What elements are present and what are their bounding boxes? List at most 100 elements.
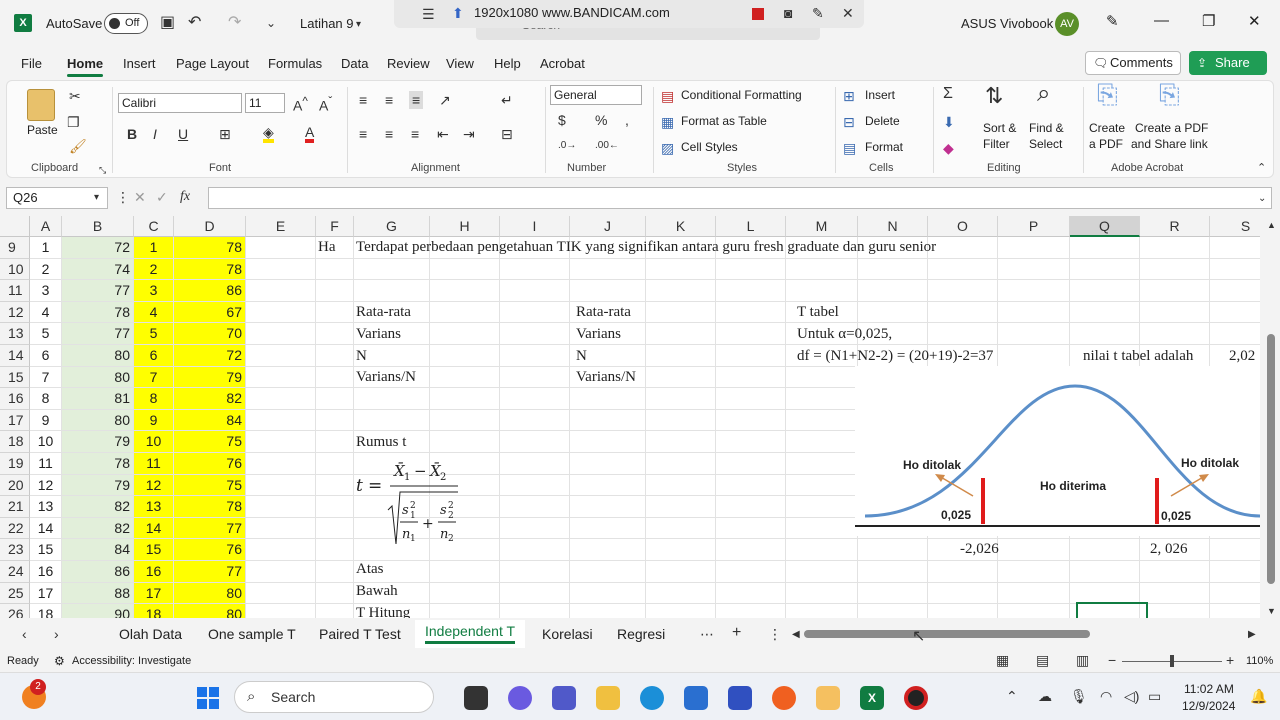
table-cell[interactable]	[500, 345, 570, 367]
scroll-left-icon[interactable]: ◀	[792, 628, 800, 642]
table-cell[interactable]	[246, 323, 316, 345]
table-cell-d[interactable]: 77	[174, 517, 246, 540]
table-cell-a[interactable]: 2	[30, 258, 62, 281]
enter-icon[interactable]: ✓	[156, 190, 168, 204]
table-cell-b[interactable]: 77	[62, 323, 134, 345]
column-header-c[interactable]: C	[134, 216, 174, 237]
undo-icon[interactable]: ↶	[188, 15, 201, 31]
row-header[interactable]: 26	[0, 604, 30, 618]
normal-view-icon[interactable]: ▦	[996, 653, 1009, 667]
table-cell[interactable]	[716, 345, 786, 367]
table-cell-d[interactable]: 76	[174, 539, 246, 561]
row-header[interactable]: 21	[0, 496, 30, 518]
tab-help[interactable]: Help	[494, 56, 521, 71]
row-header[interactable]: 15	[0, 366, 30, 389]
table-cell[interactable]	[646, 496, 716, 518]
table-cell-c[interactable]: 15	[134, 539, 174, 561]
formula-input[interactable]	[208, 187, 1272, 209]
table-cell[interactable]	[316, 301, 354, 324]
underline-icon[interactable]: U	[178, 127, 188, 141]
scroll-down-icon[interactable]: ▼	[1267, 604, 1276, 618]
taskbar-search[interactable]: ⌕ Search	[234, 681, 434, 713]
battery-icon[interactable]: ▭	[1148, 689, 1161, 703]
decrease-font-icon[interactable]: Aˇ	[319, 95, 332, 113]
table-cell[interactable]	[430, 366, 500, 389]
conditional-formatting-button[interactable]: Conditional Formatting	[681, 88, 802, 102]
table-cell-a[interactable]: 3	[30, 280, 62, 302]
table-cell-c[interactable]: 17	[134, 582, 174, 605]
table-cell[interactable]	[928, 237, 998, 259]
column-header-p[interactable]: P	[998, 216, 1070, 237]
tab-view[interactable]: View	[446, 56, 474, 71]
table-cell-a[interactable]: 14	[30, 517, 62, 540]
sort-filter-icon[interactable]: ⇅	[985, 85, 1003, 107]
tab-insert[interactable]: Insert	[123, 56, 156, 71]
cut-icon[interactable]: ✂	[69, 89, 81, 103]
table-cell[interactable]	[998, 561, 1070, 583]
table-cell[interactable]	[1140, 323, 1210, 345]
table-cell-d[interactable]: 75	[174, 431, 246, 453]
table-cell-d[interactable]: 79	[174, 366, 246, 389]
table-cell[interactable]	[1210, 539, 1260, 561]
edge-icon[interactable]	[640, 686, 664, 710]
table-cell[interactable]	[646, 366, 716, 389]
column-header-q[interactable]: Q	[1070, 216, 1140, 237]
table-cell-d[interactable]: 82	[174, 388, 246, 410]
table-cell[interactable]	[716, 366, 786, 389]
column-header-l[interactable]: L	[716, 216, 786, 237]
insert-function-icon[interactable]: fx	[180, 190, 190, 204]
table-cell[interactable]	[500, 366, 570, 389]
copy-icon[interactable]: ❐	[67, 115, 80, 129]
table-cell[interactable]	[316, 453, 354, 475]
table-cell[interactable]	[1210, 583, 1260, 605]
table-cell[interactable]	[500, 258, 570, 281]
tab-page-layout[interactable]: Page Layout	[176, 56, 249, 71]
share-pdf-label-2[interactable]: and Share link	[1131, 137, 1208, 151]
table-cell[interactable]	[786, 409, 858, 432]
table-cell[interactable]	[646, 453, 716, 475]
column-header-h[interactable]: H	[430, 216, 500, 237]
table-cell-b[interactable]: 79	[62, 431, 134, 453]
table-cell-b[interactable]: 88	[62, 582, 134, 605]
table-cell-b[interactable]: 82	[62, 517, 134, 540]
table-cell[interactable]	[500, 604, 570, 618]
scroll-thumb[interactable]	[1267, 334, 1275, 584]
clock-date[interactable]: 12/9/2024	[1182, 699, 1235, 713]
create-pdf-label[interactable]: Create	[1089, 121, 1125, 135]
column-header-r[interactable]: R	[1140, 216, 1210, 237]
scroll-right-icon[interactable]: ▶	[1248, 628, 1256, 642]
row-header[interactable]: 23	[0, 539, 30, 561]
table-cell[interactable]	[500, 496, 570, 518]
table-cell[interactable]	[246, 582, 316, 605]
table-cell-c[interactable]: 5	[134, 323, 174, 345]
table-cell[interactable]	[500, 301, 570, 324]
orientation-icon[interactable]: ↗	[439, 93, 451, 107]
table-cell[interactable]	[786, 431, 858, 453]
table-cell[interactable]	[316, 323, 354, 345]
table-cell[interactable]	[430, 301, 500, 324]
table-cell-b[interactable]: 78	[62, 453, 134, 475]
table-cell-c[interactable]: 8	[134, 388, 174, 410]
insert-button[interactable]: Insert	[865, 88, 895, 102]
table-cell-b[interactable]: 72	[62, 237, 134, 259]
table-cell[interactable]	[570, 496, 646, 518]
expand-formula-icon[interactable]: ⌄	[1258, 192, 1266, 206]
table-cell[interactable]	[246, 280, 316, 302]
table-cell-a[interactable]: 12	[30, 474, 62, 497]
copilot-icon[interactable]	[508, 686, 532, 710]
table-cell[interactable]	[786, 604, 858, 618]
zoom-slider-handle[interactable]	[1170, 655, 1174, 667]
row-header[interactable]: 16	[0, 388, 30, 410]
table-cell[interactable]	[998, 539, 1070, 561]
bandicam-icon[interactable]	[904, 686, 928, 710]
table-cell-c[interactable]: 7	[134, 366, 174, 389]
table-cell[interactable]	[316, 474, 354, 497]
tab-data[interactable]: Data	[341, 56, 368, 71]
sort-filter-label[interactable]: Sort &	[983, 121, 1016, 135]
table-cell[interactable]	[570, 582, 646, 605]
table-cell[interactable]	[316, 431, 354, 453]
table-cell[interactable]	[500, 323, 570, 345]
prev-sheet-icon[interactable]: ‹	[22, 627, 27, 641]
table-cell-b[interactable]: 90	[62, 604, 134, 618]
table-cell-b[interactable]: 81	[62, 388, 134, 410]
